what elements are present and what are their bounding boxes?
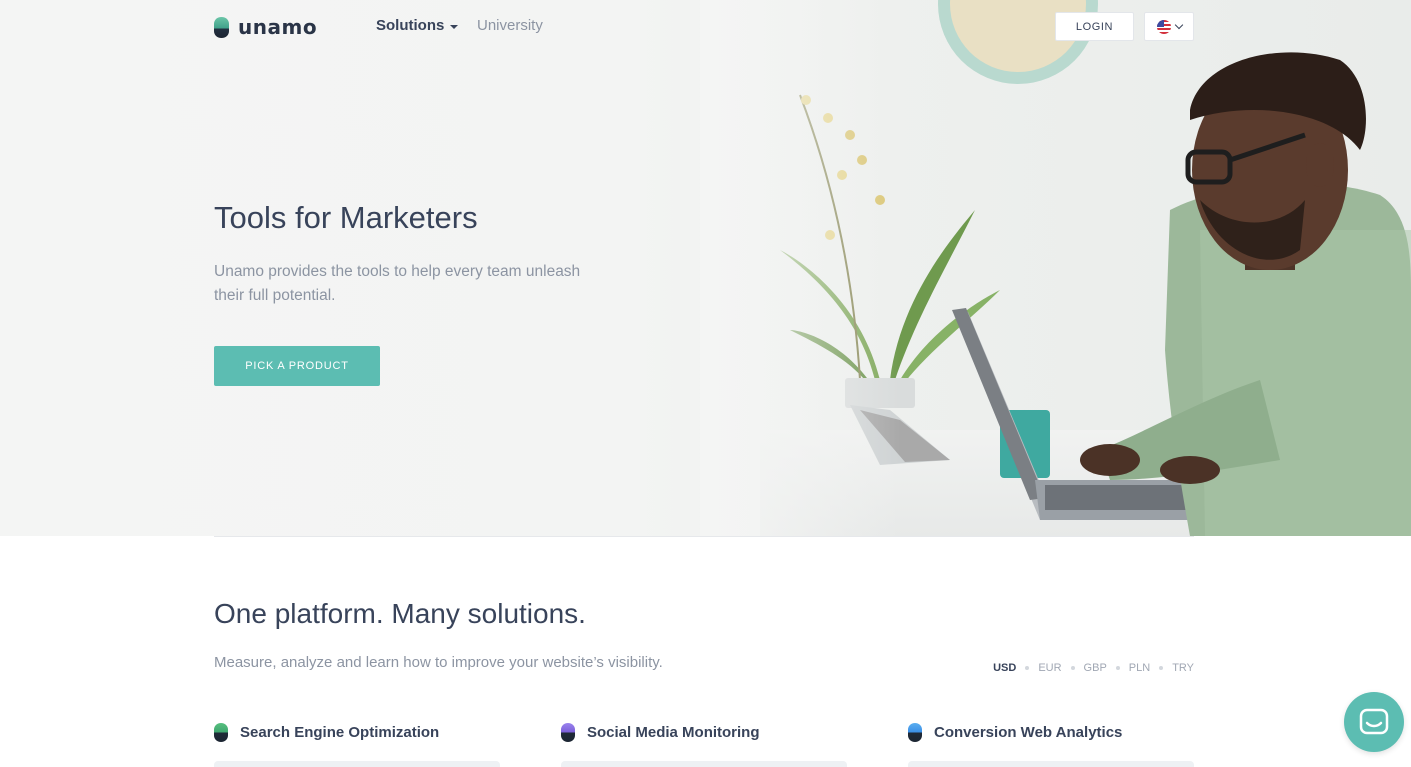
product-name: Conversion Web Analytics [934,724,1123,741]
section-subtitle: Measure, analyze and learn how to improv… [214,654,663,671]
currency-switcher: USD EUR GBP PLN TRY [993,662,1194,674]
product-card-seo[interactable] [214,761,500,767]
chevron-down-icon [1174,20,1183,30]
hero-section [0,0,1411,536]
product-seo[interactable]: Search Engine Optimization [214,723,439,742]
logo-drop-icon [214,16,229,38]
chat-icon [1359,708,1389,735]
language-selector[interactable] [1144,12,1194,41]
section-title: One platform. Many solutions. [214,598,586,629]
nav-university-link[interactable]: University [477,17,543,34]
hero-photo [700,0,1411,536]
product-name: Search Engine Optimization [240,724,440,741]
chat-launcher-button[interactable] [1344,692,1404,752]
top-nav: unamo Solutions University LOGIN [0,0,1411,52]
hero-title: Tools for Marketers [214,200,478,235]
logo[interactable]: unamo [214,15,317,39]
login-button[interactable]: LOGIN [1055,12,1134,41]
currency-usd[interactable]: USD [993,662,1016,674]
separator-dot [1070,666,1075,670]
section-divider [214,536,1194,537]
product-card-web-analytics[interactable] [908,761,1194,767]
currency-try[interactable]: TRY [1172,662,1194,674]
currency-gbp[interactable]: GBP [1084,662,1107,674]
separator-dot [1025,666,1030,670]
pick-product-button[interactable]: PICK A PRODUCT [214,346,380,386]
separator-dot [1159,666,1164,670]
analytics-drop-icon [908,723,922,742]
caret-down-icon [450,24,459,29]
logo-text: unamo [238,15,318,39]
currency-pln[interactable]: PLN [1129,662,1150,674]
product-social-media[interactable]: Social Media Monitoring [561,723,760,742]
product-card-social-media[interactable] [561,761,847,767]
social-drop-icon [561,723,575,742]
separator-dot [1115,666,1120,670]
nav-solutions-label: Solutions [376,17,445,34]
nav-solutions-dropdown[interactable]: Solutions [376,17,459,34]
us-flag-icon [1156,19,1171,34]
hero-subtitle: Unamo provides the tools to help every t… [214,263,581,304]
currency-eur[interactable]: EUR [1038,662,1061,674]
seo-drop-icon [214,723,228,742]
product-web-analytics[interactable]: Conversion Web Analytics [908,723,1122,742]
product-name: Social Media Monitoring [587,724,760,741]
